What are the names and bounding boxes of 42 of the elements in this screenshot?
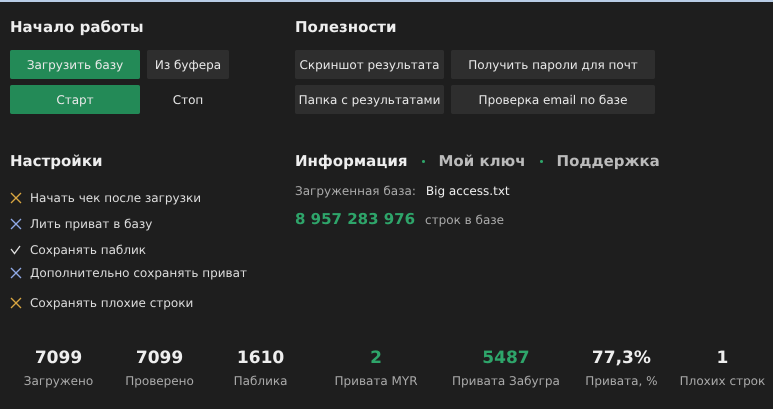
- stat-value: 1610: [236, 348, 284, 368]
- option-label: Лить приват в базу: [30, 216, 152, 230]
- row-count: 8 957 283 976: [295, 210, 416, 228]
- primary-button[interactable]: Загрузить базу: [10, 50, 140, 79]
- stat-label: Плохих строк: [680, 374, 766, 388]
- cross-icon[interactable]: [10, 218, 22, 230]
- tab[interactable]: Поддержка: [556, 152, 660, 170]
- stat-label: Привата, %: [585, 374, 658, 388]
- option-label: Дополнительно сохранять приват: [30, 266, 247, 280]
- check-icon[interactable]: [10, 244, 22, 254]
- button[interactable]: Папка с результатами: [295, 85, 444, 114]
- row-count-label: строк в базе: [425, 213, 504, 227]
- option-label: Сохранять плохие строки: [30, 296, 194, 310]
- stat-label: Загружено: [24, 374, 94, 388]
- tab[interactable]: Мой ключ: [438, 152, 526, 170]
- stat-value: 1: [716, 348, 728, 368]
- button[interactable]: Стоп: [147, 85, 229, 114]
- button[interactable]: Проверка email по базе: [451, 85, 655, 114]
- stat-value: 5487: [482, 348, 530, 368]
- button[interactable]: Получить пароли для почт: [451, 50, 655, 79]
- stat-value: 77,3%: [592, 348, 651, 368]
- cross-icon[interactable]: [10, 267, 22, 279]
- section-title: Полезности: [295, 18, 398, 36]
- section-title: Начало работы: [10, 18, 145, 36]
- stat-label: Паблика: [234, 374, 288, 388]
- stat-value: 2: [370, 348, 382, 368]
- stat-label: Привата Забугра: [452, 374, 560, 388]
- cross-icon[interactable]: [10, 296, 22, 308]
- stat-label: Привата MYR: [334, 374, 418, 388]
- loaded-base-label: Загруженная база:: [295, 184, 416, 198]
- primary-button[interactable]: Старт: [10, 85, 140, 114]
- option-label: Сохранять паблик: [30, 242, 146, 256]
- button[interactable]: Скриншот результата: [295, 50, 444, 79]
- stat-value: 7099: [34, 348, 82, 368]
- tab[interactable]: Информация: [295, 152, 408, 170]
- stat-value: 7099: [136, 348, 184, 368]
- option-label: Начать чек после загрузки: [30, 190, 202, 204]
- cross-icon[interactable]: [10, 192, 22, 204]
- loaded-base-value: Big access.txt: [426, 184, 510, 198]
- section-title: Настройки: [10, 152, 104, 170]
- button[interactable]: Из буфера: [147, 50, 229, 79]
- stat-label: Проверено: [125, 374, 194, 388]
